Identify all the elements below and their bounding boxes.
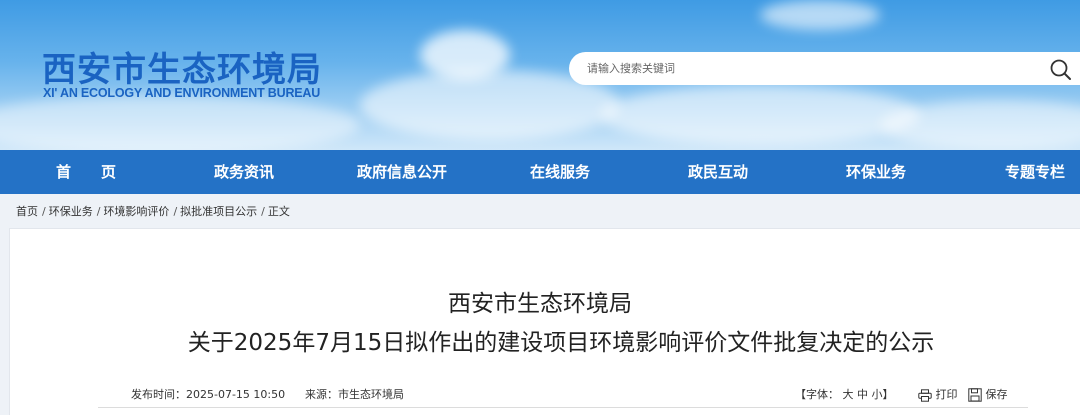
breadcrumb-eia[interactable]: 环境影响评价 <box>103 205 169 218</box>
source-info: 来源：市生态环境局 <box>305 386 404 402</box>
breadcrumb-separator: / <box>261 205 265 218</box>
article-title-line1: 西安市生态环境局 <box>448 291 632 317</box>
breadcrumb-current: 正文 <box>267 205 290 218</box>
font-medium-button[interactable]: 中 <box>857 388 868 401</box>
source-label: 来源： <box>305 388 338 401</box>
breadcrumb: 首页 / 环保业务 / 环境影响评价 / 拟批准项目公示 / 正文 <box>16 203 293 219</box>
cloud-decoration <box>760 0 880 30</box>
search-icon[interactable] <box>1049 58 1073 82</box>
breadcrumb-approval-notice[interactable]: 拟批准项目公示 <box>180 205 257 218</box>
nav-item-home[interactable]: 首 页 <box>56 150 116 194</box>
printer-icon <box>918 388 932 402</box>
source-value: 市生态环境局 <box>338 388 404 401</box>
publish-time: 2025-07-15 10:50 <box>186 388 286 401</box>
main-nav: 首 页 政务资讯 政府信息公开 在线服务 政民互动 环保业务 专题专栏 <box>0 150 1080 194</box>
meta-divider <box>98 407 1028 408</box>
nav-item-topics[interactable]: 专题专栏 <box>1005 150 1065 194</box>
nav-item-info-disclosure[interactable]: 政府信息公开 <box>357 150 447 194</box>
publish-time-label: 发布时间： <box>131 388 186 401</box>
nav-item-online-service[interactable]: 在线服务 <box>530 150 590 194</box>
breadcrumb-home[interactable]: 首页 <box>16 205 38 218</box>
article-title-line2: 关于2025年7月15日拟作出的建设项目环境影响评价文件批复决定的公示 <box>187 330 935 356</box>
site-logo-title[interactable]: 西安市生态环境局 <box>42 42 322 91</box>
breadcrumb-separator: / <box>173 205 178 218</box>
save-icon <box>968 388 982 402</box>
font-size-switcher: 【字体： 大 中 小】 <box>795 386 894 402</box>
font-small-button[interactable]: 小 <box>872 388 883 401</box>
breadcrumb-separator: / <box>96 205 101 218</box>
nav-item-interaction[interactable]: 政民互动 <box>688 150 748 194</box>
site-header: 西安市生态环境局 XI' AN ECOLOGY AND ENVIRONMENT … <box>0 0 1080 150</box>
save-button[interactable]: 保存 <box>968 386 1008 402</box>
print-label: 打印 <box>935 388 958 401</box>
breadcrumb-separator: / <box>42 205 46 218</box>
search-box <box>569 52 1080 85</box>
print-button[interactable]: 打印 <box>918 386 958 402</box>
cloud-decoration <box>0 95 360 150</box>
font-large-button[interactable]: 大 <box>843 388 854 401</box>
site-logo-subtitle: XI' AN ECOLOGY AND ENVIRONMENT BUREAU <box>43 86 321 100</box>
font-size-bracket: 】 <box>882 388 894 401</box>
cloud-decoration <box>600 85 920 145</box>
font-size-label: 【字体： <box>795 388 839 401</box>
publish-info: 发布时间：2025-07-15 10:50 <box>131 386 285 402</box>
nav-item-news[interactable]: 政务资讯 <box>214 150 274 194</box>
cloud-decoration <box>880 100 1080 150</box>
cloud-decoration <box>420 30 510 80</box>
search-input[interactable] <box>569 52 1039 85</box>
nav-item-env-business[interactable]: 环保业务 <box>846 150 906 194</box>
save-label: 保存 <box>985 388 1008 401</box>
breadcrumb-env-business[interactable]: 环保业务 <box>49 205 93 218</box>
